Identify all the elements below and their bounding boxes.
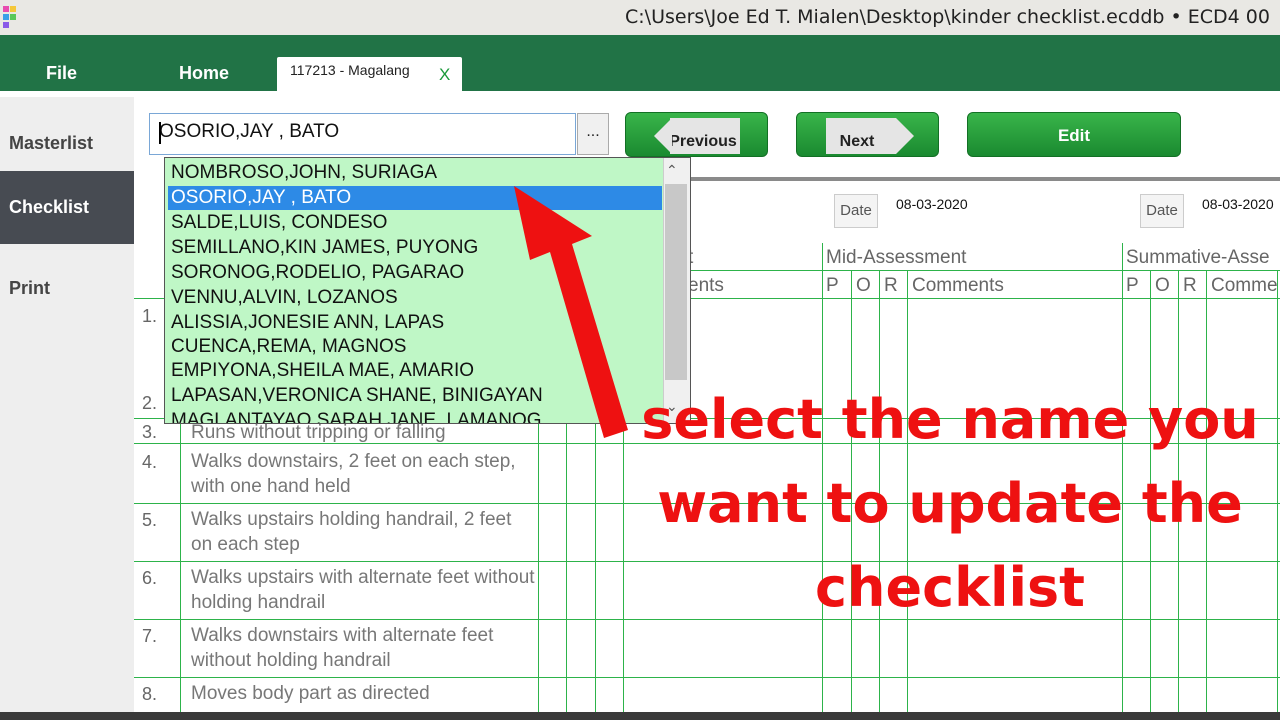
- next-button[interactable]: Next: [796, 112, 939, 157]
- grid-line: [1277, 270, 1278, 712]
- date-label: Date: [1140, 194, 1184, 228]
- window-title: C:\Users\Joe Ed T. Mialen\Desktop\kinder…: [625, 6, 1270, 28]
- sidebar-item-masterlist[interactable]: Masterlist: [0, 107, 134, 180]
- red-arrow-icon: [514, 186, 628, 438]
- sidebar-item-checklist[interactable]: Checklist: [0, 171, 134, 244]
- left-arrow-icon: Previous: [669, 118, 740, 154]
- ecd-app-icon: [3, 6, 16, 28]
- summative-assessment-header: Summative-Asse: [1126, 247, 1270, 268]
- date-label: Date: [834, 194, 878, 228]
- col-header-r: R: [1183, 275, 1197, 296]
- previous-button[interactable]: Previous: [625, 112, 768, 157]
- file-menu-tab[interactable]: File: [46, 63, 77, 84]
- instruction-annotation: select the name you want to update the c…: [641, 388, 1259, 619]
- date-value[interactable]: 08-03-2020: [1202, 196, 1274, 212]
- left-arrow-head-icon: [654, 118, 672, 154]
- row-number: 7.: [142, 626, 158, 646]
- row-skill-text: Walks downstairs with alternate feet wit…: [191, 625, 494, 671]
- header-separator: [620, 177, 1280, 181]
- col-header-o: O: [856, 275, 871, 296]
- row-number: 8.: [142, 684, 158, 704]
- right-arrow-icon: Next: [826, 118, 896, 154]
- status-bar: [0, 712, 1280, 720]
- row-number: 3.: [142, 422, 158, 442]
- title-bar: C:\Users\Joe Ed T. Mialen\Desktop\kinder…: [0, 0, 1280, 35]
- row-number: 4.: [142, 452, 158, 472]
- sidebar: Masterlist Checklist Print: [0, 97, 134, 720]
- grid-line: [134, 677, 1280, 678]
- browse-button[interactable]: ...: [577, 113, 609, 155]
- app-window: C:\Users\Joe Ed T. Mialen\Desktop\kinder…: [0, 0, 1280, 720]
- col-header-p: P: [826, 275, 839, 296]
- col-header-comments: Comme: [1211, 275, 1278, 296]
- home-menu-tab[interactable]: Home: [179, 63, 229, 84]
- edit-button[interactable]: Edit: [967, 112, 1181, 157]
- col-header-p: P: [1126, 275, 1139, 296]
- scrollbar-thumb[interactable]: [665, 184, 687, 380]
- grid-line: [620, 270, 1280, 271]
- text-caret: [159, 122, 161, 144]
- previous-label: Previous: [669, 133, 737, 150]
- next-label: Next: [839, 133, 875, 150]
- row-skill-text: Moves body part as directed: [191, 683, 430, 704]
- mid-assessment-header: Mid-Assessment: [826, 247, 967, 268]
- document-tab-label: 117213 - Magalang: [290, 62, 410, 78]
- sidebar-item-print[interactable]: Print: [0, 252, 134, 325]
- row-skill-text: Walks upstairs holding handrail, 2 feet …: [191, 509, 512, 555]
- row-number: 2.: [142, 393, 158, 413]
- student-select-value: OSORIO,JAY , BATO: [159, 121, 340, 142]
- row-number: 1.: [142, 306, 158, 326]
- row-number: 6.: [142, 568, 158, 588]
- col-header-r: R: [884, 275, 898, 296]
- right-arrow-head-icon: [896, 118, 914, 154]
- scroll-up-icon[interactable]: ⌃: [666, 162, 678, 179]
- row-skill-text: Walks downstairs, 2 feet on each step, w…: [191, 451, 516, 497]
- comments-header-partial: ents: [688, 275, 724, 296]
- document-tab[interactable]: 117213 - Magalang X: [277, 57, 462, 91]
- date-value[interactable]: 08-03-2020: [896, 196, 968, 212]
- col-header-o: O: [1155, 275, 1170, 296]
- row-skill-text: Walks upstairs with alternate feet witho…: [191, 567, 535, 613]
- row-number: 5.: [142, 510, 158, 530]
- col-header-comments: Comments: [912, 275, 1004, 296]
- close-tab-icon[interactable]: X: [439, 65, 450, 85]
- student-select-combobox[interactable]: OSORIO,JAY , BATO: [149, 113, 576, 155]
